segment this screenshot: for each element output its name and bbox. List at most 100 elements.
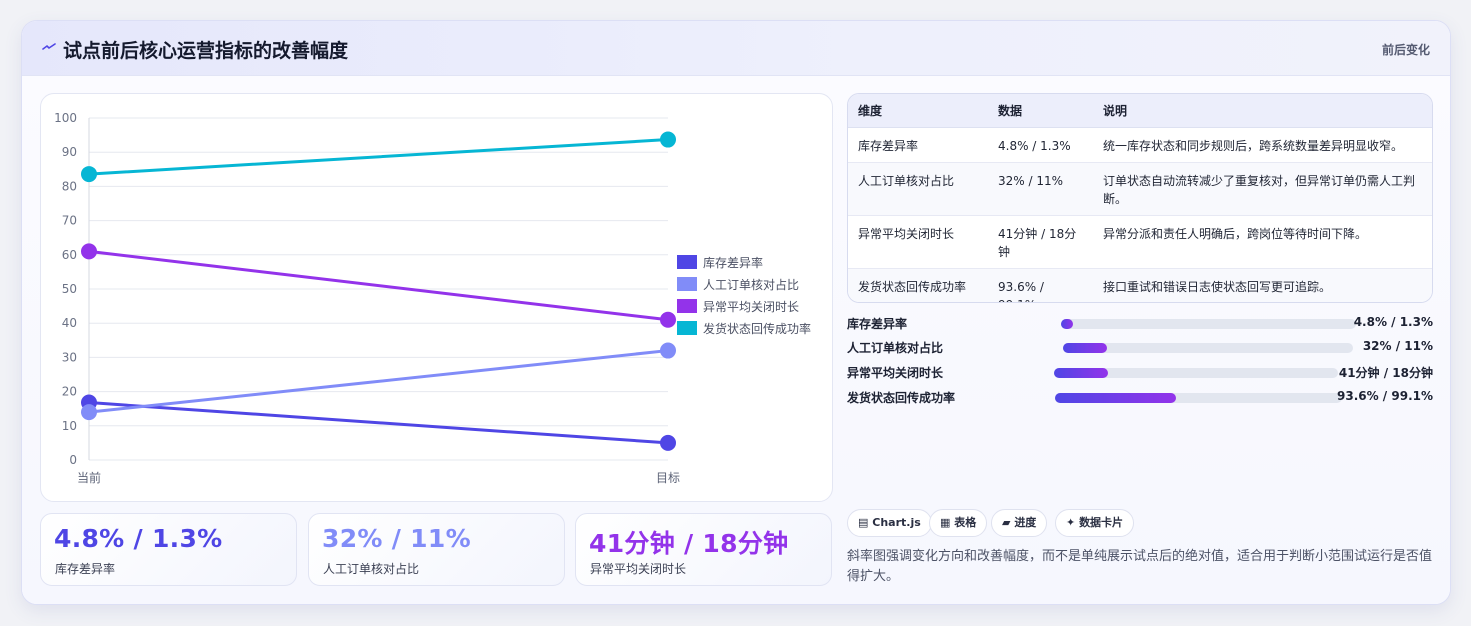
progress-label: 库存差异率 (847, 317, 908, 331)
progress-track (1054, 368, 1338, 378)
y-tick-label: 80 (62, 179, 77, 193)
progress-value: 93.6% / 99.1% (1337, 389, 1433, 403)
data-point (81, 404, 97, 421)
y-tick-label: 70 (62, 214, 77, 228)
table-row: 发货状态回传成功率 93.6% / 99.1% 接口重试和错误日志使状态回写更可… (848, 267, 1432, 302)
kpi-card: 4.8% / 1.3% 库存差异率 (40, 513, 297, 586)
table-cell: 接口重试和错误日志使状态回写更可追踪。 (1093, 267, 1432, 302)
chip-label: 数据卡片 (1079, 516, 1124, 529)
chip-data-card[interactable]: ✦ 数据卡片 (1055, 509, 1135, 537)
table-icon: ▦ (940, 516, 951, 529)
kpi-value: 4.8% / 1.3% (54, 524, 223, 553)
progress-fill (1054, 368, 1108, 378)
kpi-label: 人工订单核对占比 (323, 562, 420, 576)
data-point (660, 131, 676, 148)
legend-swatch (677, 277, 697, 291)
series-line (87, 349, 670, 414)
x-tick-label: 当前 (77, 470, 101, 485)
y-tick-label: 10 (62, 419, 77, 433)
card-icon: ✦ (1066, 516, 1076, 529)
legend-label: 库存差异率 (703, 255, 763, 270)
y-tick-label: 0 (69, 453, 77, 467)
table-cell: 发货状态回传成功率 (848, 267, 988, 302)
series-line (87, 138, 670, 176)
table-cell: 4.8% / 1.3% (988, 126, 1093, 162)
progress-track (1063, 343, 1353, 353)
y-tick-label: 30 (62, 350, 77, 364)
table-cell: 订单状态自动流转减少了重复核对，但异常订单仍需人工判断。 (1093, 161, 1432, 215)
legend-label: 异常平均关闭时长 (703, 300, 799, 314)
kpi-label: 异常平均关闭时长 (590, 562, 687, 576)
table-cell: 41分钟 / 18分钟 (988, 214, 1093, 268)
y-tick-label: 60 (62, 248, 77, 262)
table-row: 库存差异率 4.8% / 1.3% 统一库存状态和同步规则后，跨系统数量差异明显… (848, 126, 1432, 162)
legend-swatch (677, 299, 697, 313)
progress-label: 异常平均关闭时长 (847, 366, 944, 380)
table-cell: 人工订单核对占比 (848, 161, 988, 215)
progress-row: 异常平均关闭时长 41分钟 / 18分钟 (847, 364, 1433, 382)
header-tag: 前后变化 (1381, 43, 1430, 57)
progress-value: 32% / 11% (1362, 339, 1433, 353)
y-tick-label: 90 (62, 145, 77, 159)
kpi-label: 库存差异率 (55, 562, 116, 576)
chart-icon: ▤ (858, 516, 869, 529)
progress-track (1061, 319, 1356, 329)
series-line (87, 249, 670, 322)
table-header-row: 维度 数据 说明 (848, 94, 1432, 128)
progress-track (1055, 393, 1342, 403)
table-cell: 异常平均关闭时长 (848, 214, 988, 268)
progress-fill (1063, 343, 1107, 353)
slope-chart-panel: 0 10 20 30 40 50 60 70 80 90 100 当前 目标 库存差异率 人工订单核对占比异… (40, 93, 833, 502)
table-row: 异常平均关闭时长 41分钟 / 18分钟 异常分派和责任人明确后，跨岗位等待时间… (848, 214, 1432, 268)
progress-label: 人工订单核对占比 (847, 341, 944, 355)
data-point (81, 166, 97, 183)
metrics-table: 维度 数据 说明 库存差异率 4.8% / 1.3% 统一库存状态和同步规则后，… (847, 93, 1433, 303)
series-line (87, 401, 670, 445)
chip-progress[interactable]: ▰ 进度 (991, 509, 1048, 537)
chip-label: 进度 (1014, 516, 1037, 529)
chart-note: 斜率图强调变化方向和改善幅度，而不是单纯展示试点后的绝对值，适合用于判断小范围试… (847, 549, 1433, 584)
progress-row: 库存差异率 4.8% / 1.3% (847, 315, 1433, 333)
kpi-card: 32% / 11% 人工订单核对占比 (308, 513, 565, 586)
kpi-value: 32% / 11% (322, 524, 471, 553)
y-tick-label: 50 (62, 282, 77, 296)
data-point (660, 311, 676, 328)
table-header: 数据 (988, 94, 1093, 128)
kpi-card: 41分钟 / 18分钟 异常平均关闭时长 (575, 513, 832, 586)
table-row: 人工订单核对占比 32% / 11% 订单状态自动流转减少了重复核对，但异常订单… (848, 161, 1432, 215)
table-cell: 32% / 11% (988, 161, 1093, 215)
legend-label: 人工订单核对占比 (703, 277, 799, 292)
chip-chartjs[interactable]: ▤ Chart.js (847, 509, 932, 537)
y-tick-label: 40 (62, 316, 77, 330)
slope-chart: 0 10 20 30 40 50 60 70 80 90 100 当前 目标 库存差异率人工订单核对占比异… (54, 111, 811, 485)
data-point (81, 243, 97, 260)
chip-label: 表格 (954, 516, 977, 529)
progress-fill (1061, 319, 1073, 329)
legend-label: 发货状态回传成功率 (703, 321, 811, 336)
progress-row: 发货状态回传成功率 93.6% / 99.1% (847, 389, 1433, 407)
card: 试点前后核心运营指标的改善幅度 前后变化 0 10 20 30 40 50 60 70 80 90… (21, 20, 1451, 605)
progress-value: 4.8% / 1.3% (1353, 315, 1433, 329)
progress-row: 人工订单核对占比 32% / 11% (847, 339, 1433, 357)
chip-label: Chart.js (872, 516, 921, 529)
legend-swatch (677, 321, 697, 335)
y-tick-label: 20 (62, 385, 77, 399)
progress-label: 发货状态回传成功率 (847, 391, 956, 405)
progress-icon: ▰ (1002, 516, 1011, 529)
card-header: 试点前后核心运营指标的改善幅度 前后变化 (22, 21, 1450, 76)
progress-fill (1055, 393, 1176, 403)
legend-swatch (677, 255, 697, 269)
y-tick-label: 100 (54, 111, 77, 125)
chip-table[interactable]: ▦ 表格 (929, 509, 988, 537)
kpi-value: 41分钟 / 18分钟 (589, 529, 789, 558)
progress-value: 41分钟 / 18分钟 (1338, 366, 1433, 380)
sparkle-icon (42, 43, 56, 50)
table-cell: 统一库存状态和同步规则后，跨系统数量差异明显收窄。 (1093, 126, 1432, 162)
page-title: 试点前后核心运营指标的改善幅度 (63, 40, 349, 62)
table-cell: 异常分派和责任人明确后，跨岗位等待时间下降。 (1093, 214, 1432, 268)
data-point (660, 342, 676, 359)
table-header: 说明 (1093, 94, 1432, 128)
table-cell: 库存差异率 (848, 126, 988, 162)
table-header: 维度 (848, 94, 988, 128)
data-point (660, 434, 676, 451)
